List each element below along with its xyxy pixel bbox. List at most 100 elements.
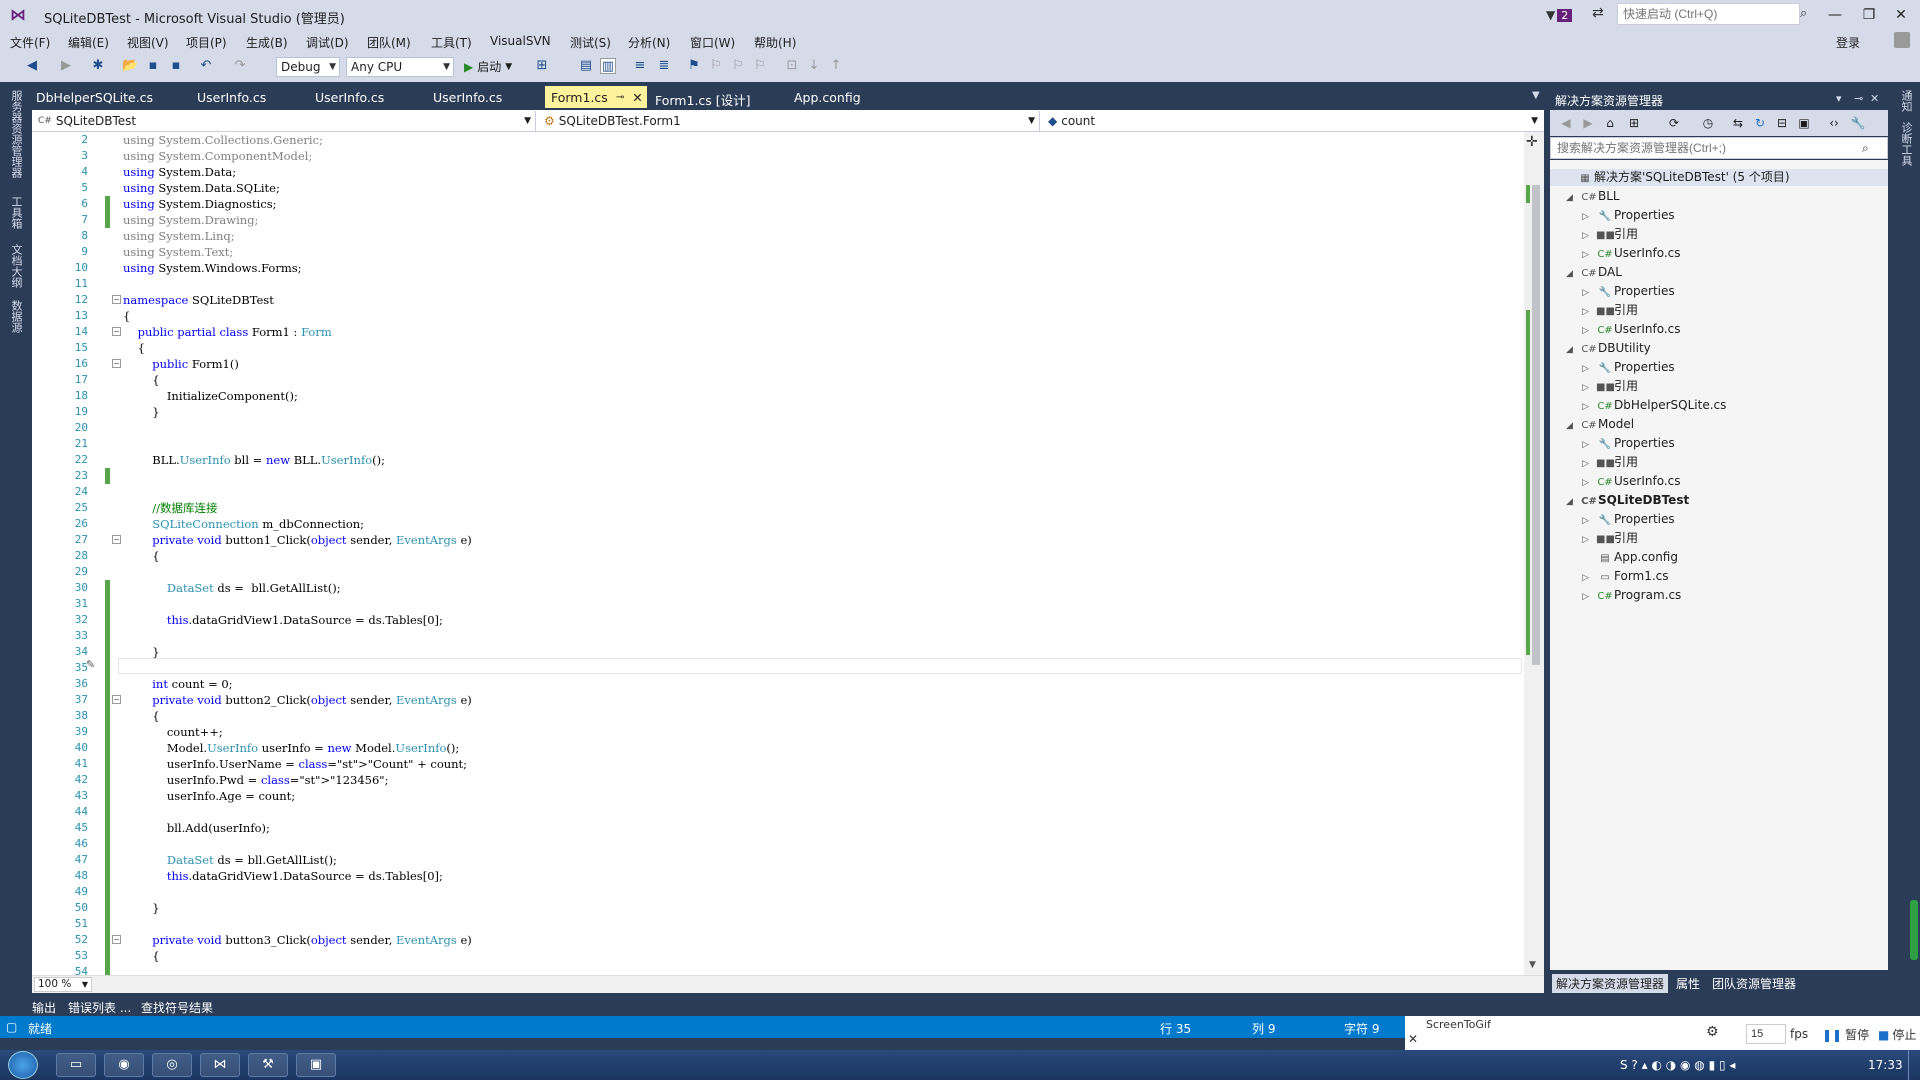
chrome-task-icon[interactable]: ◎ xyxy=(152,1053,192,1077)
code-line[interactable]: public partial class Form1 : Form xyxy=(123,324,332,340)
next-bookmark-icon[interactable]: ⚐ xyxy=(730,58,746,74)
svn-update-icon[interactable]: ↓ xyxy=(806,58,822,74)
diagnostic-tools-tab[interactable]: 诊断工具 xyxy=(1898,122,1914,166)
code-line[interactable]: InitializeComponent(); xyxy=(123,388,298,404)
code-line[interactable]: //数据库连接 xyxy=(123,500,217,516)
code-line[interactable]: } xyxy=(123,900,159,916)
menu-build[interactable]: 生成(B) xyxy=(246,34,288,51)
code-line[interactable]: using System.Diagnostics; xyxy=(123,196,277,212)
tree-item[interactable]: ◢ C#DAL xyxy=(1566,263,1622,282)
tree-item[interactable]: ▷ C#UserInfo.cs xyxy=(1582,472,1681,491)
tab-overflow-icon[interactable]: ▼ xyxy=(1532,90,1540,101)
scroll-down-icon[interactable]: ▼ xyxy=(1529,960,1536,970)
code-line[interactable]: SQLiteConnection m_dbConnection; xyxy=(123,516,364,532)
code-line[interactable]: { xyxy=(123,708,159,724)
fold-toggle-icon[interactable]: − xyxy=(112,327,121,336)
code-line[interactable]: public Form1() xyxy=(123,356,239,372)
minimize-button[interactable]: — xyxy=(1820,4,1850,26)
code-line[interactable]: private void button2_Click(object sender… xyxy=(123,692,472,708)
code-line[interactable]: { xyxy=(123,308,130,324)
pin-icon[interactable]: ⊸ xyxy=(616,92,624,103)
tab-userinfo-2[interactable]: UserInfo.cs xyxy=(309,86,390,108)
close-icon[interactable]: ✕ xyxy=(632,90,642,105)
login-link[interactable]: 登录 xyxy=(1836,34,1860,51)
undo-icon[interactable]: ↶ xyxy=(198,58,214,74)
svn-commit-icon[interactable]: ↑ xyxy=(828,58,844,74)
code-line[interactable]: using System.Windows.Forms; xyxy=(123,260,302,276)
split-editor-icon[interactable]: ✛ xyxy=(1526,134,1538,150)
tree-item[interactable]: ▷ ■■引用 xyxy=(1582,453,1638,472)
tree-item[interactable]: ◢ C#BLL xyxy=(1566,187,1620,206)
project-dropdown[interactable]: C# SQLiteDBTest ▼ xyxy=(34,111,536,131)
start-debugging-button[interactable]: ▶ 启动 ▼ xyxy=(464,58,512,75)
document-outline-tab[interactable]: 文档大纲 xyxy=(8,244,24,288)
tree-item[interactable]: ▦ 解决方案'SQLiteDBTest' (5 个项目) xyxy=(1562,168,1789,187)
tab-dbhelpersqlite[interactable]: DbHelperSQLite.cs xyxy=(30,86,159,108)
tree-item[interactable]: ▷ 🔧 Properties xyxy=(1582,358,1675,377)
notifications-button[interactable]: ▼ 2 xyxy=(1546,5,1573,25)
indent-icon[interactable]: ≡ xyxy=(632,58,648,74)
menu-tools[interactable]: 工具(T) xyxy=(431,34,472,51)
feedback-icon[interactable]: ⇄ xyxy=(1592,5,1604,21)
tab-userinfo-3[interactable]: UserInfo.cs xyxy=(427,86,508,108)
forward-icon[interactable]: ▶ xyxy=(58,58,74,74)
stop-button[interactable]: ■ 停止 xyxy=(1878,1026,1916,1043)
prev-bookmark-icon[interactable]: ⚐ xyxy=(708,58,724,74)
restore-button[interactable]: ❐ xyxy=(1854,4,1884,26)
menu-help[interactable]: 帮助(H) xyxy=(754,34,796,51)
menu-view[interactable]: 视图(V) xyxy=(127,34,169,51)
expander-icon[interactable]: ◢ xyxy=(1566,189,1580,208)
solution-view-icon[interactable]: ▤ xyxy=(578,58,594,74)
server-explorer-tab[interactable]: 服务器资源管理器 xyxy=(8,90,24,178)
pending-changes-icon[interactable]: ⟳ xyxy=(1666,115,1682,131)
tree-item[interactable]: ◢ C#SQLiteDBTest xyxy=(1566,491,1689,510)
window-position-icon[interactable]: ▾ xyxy=(1836,92,1842,105)
menu-visualsvn[interactable]: VisualSVN xyxy=(490,34,551,48)
show-all-files-icon[interactable]: ▣ xyxy=(1796,115,1812,131)
scrollbar-thumb[interactable] xyxy=(1532,185,1540,665)
show-desktop-button[interactable] xyxy=(1908,1050,1920,1080)
menu-project[interactable]: 项目(P) xyxy=(186,34,227,51)
view-code-icon[interactable]: ‹› xyxy=(1826,115,1842,131)
expander-icon[interactable]: ◢ xyxy=(1566,341,1580,360)
code-line[interactable]: namespace SQLiteDBTest xyxy=(123,292,274,308)
tree-item[interactable]: ▷ 🔧 Properties xyxy=(1582,434,1675,453)
code-line[interactable]: using System.Data; xyxy=(123,164,236,180)
fold-toggle-icon[interactable]: − xyxy=(112,935,121,944)
code-line[interactable]: userInfo.Pwd = class="st">"123456"; xyxy=(123,772,389,788)
bookmark-icon[interactable]: ⚑ xyxy=(686,58,702,74)
configuration-select[interactable]: Debug ▼ xyxy=(276,57,340,77)
tree-item[interactable]: ▷ C#DbHelperSQLite.cs xyxy=(1582,396,1726,415)
expander-icon[interactable]: ◢ xyxy=(1566,493,1580,512)
tree-item[interactable]: ▷ ■■引用 xyxy=(1582,301,1638,320)
switch-views-icon[interactable]: ⊞ xyxy=(1626,115,1642,131)
tree-item[interactable]: ▷ C#Program.cs xyxy=(1582,586,1681,605)
zoom-select[interactable]: 100 % ▼ xyxy=(34,977,92,992)
menu-file[interactable]: 文件(F) xyxy=(10,34,50,51)
notifications-tab[interactable]: 通知 xyxy=(1898,90,1914,112)
tab-properties[interactable]: 属性 xyxy=(1672,974,1704,993)
tree-item[interactable]: ▤ App.config xyxy=(1582,548,1678,567)
save-icon[interactable]: ▪ xyxy=(145,58,161,74)
refresh-icon[interactable]: ↻ xyxy=(1752,115,1768,131)
menu-analyze[interactable]: 分析(N) xyxy=(628,34,670,51)
code-line[interactable]: using System.Data.SQLite; xyxy=(123,180,280,196)
fold-toggle-icon[interactable]: − xyxy=(112,359,121,368)
menu-edit[interactable]: 编辑(E) xyxy=(68,34,109,51)
tree-item[interactable]: ▷ ▭ Form1.cs xyxy=(1582,567,1669,586)
back-icon[interactable]: ◀ xyxy=(1558,115,1574,131)
search-icon[interactable]: ⌕ xyxy=(1862,141,1869,156)
code-line[interactable]: using System.Linq; xyxy=(123,228,235,244)
tree-item[interactable]: ▷ ■■引用 xyxy=(1582,377,1638,396)
tree-item[interactable]: ▷ C#UserInfo.cs xyxy=(1582,244,1681,263)
toolbox-tab[interactable]: 工具箱 xyxy=(8,196,24,229)
sync-icon[interactable]: ⇆ xyxy=(1730,115,1746,131)
member-dropdown[interactable]: ◆ count ▼ xyxy=(1044,111,1542,131)
code-line[interactable]: DataSet ds = bll.GetAllList(); xyxy=(123,852,337,868)
forward-icon[interactable]: ▶ xyxy=(1580,115,1596,131)
pause-button[interactable]: ❚❚ 暂停 xyxy=(1822,1026,1869,1043)
explorer-task-icon[interactable]: ▭ xyxy=(56,1053,96,1077)
code-line[interactable]: } xyxy=(123,404,159,420)
tool-task-icon[interactable]: ⚒ xyxy=(248,1053,288,1077)
code-line[interactable]: private void button3_Click(object sender… xyxy=(123,932,472,948)
